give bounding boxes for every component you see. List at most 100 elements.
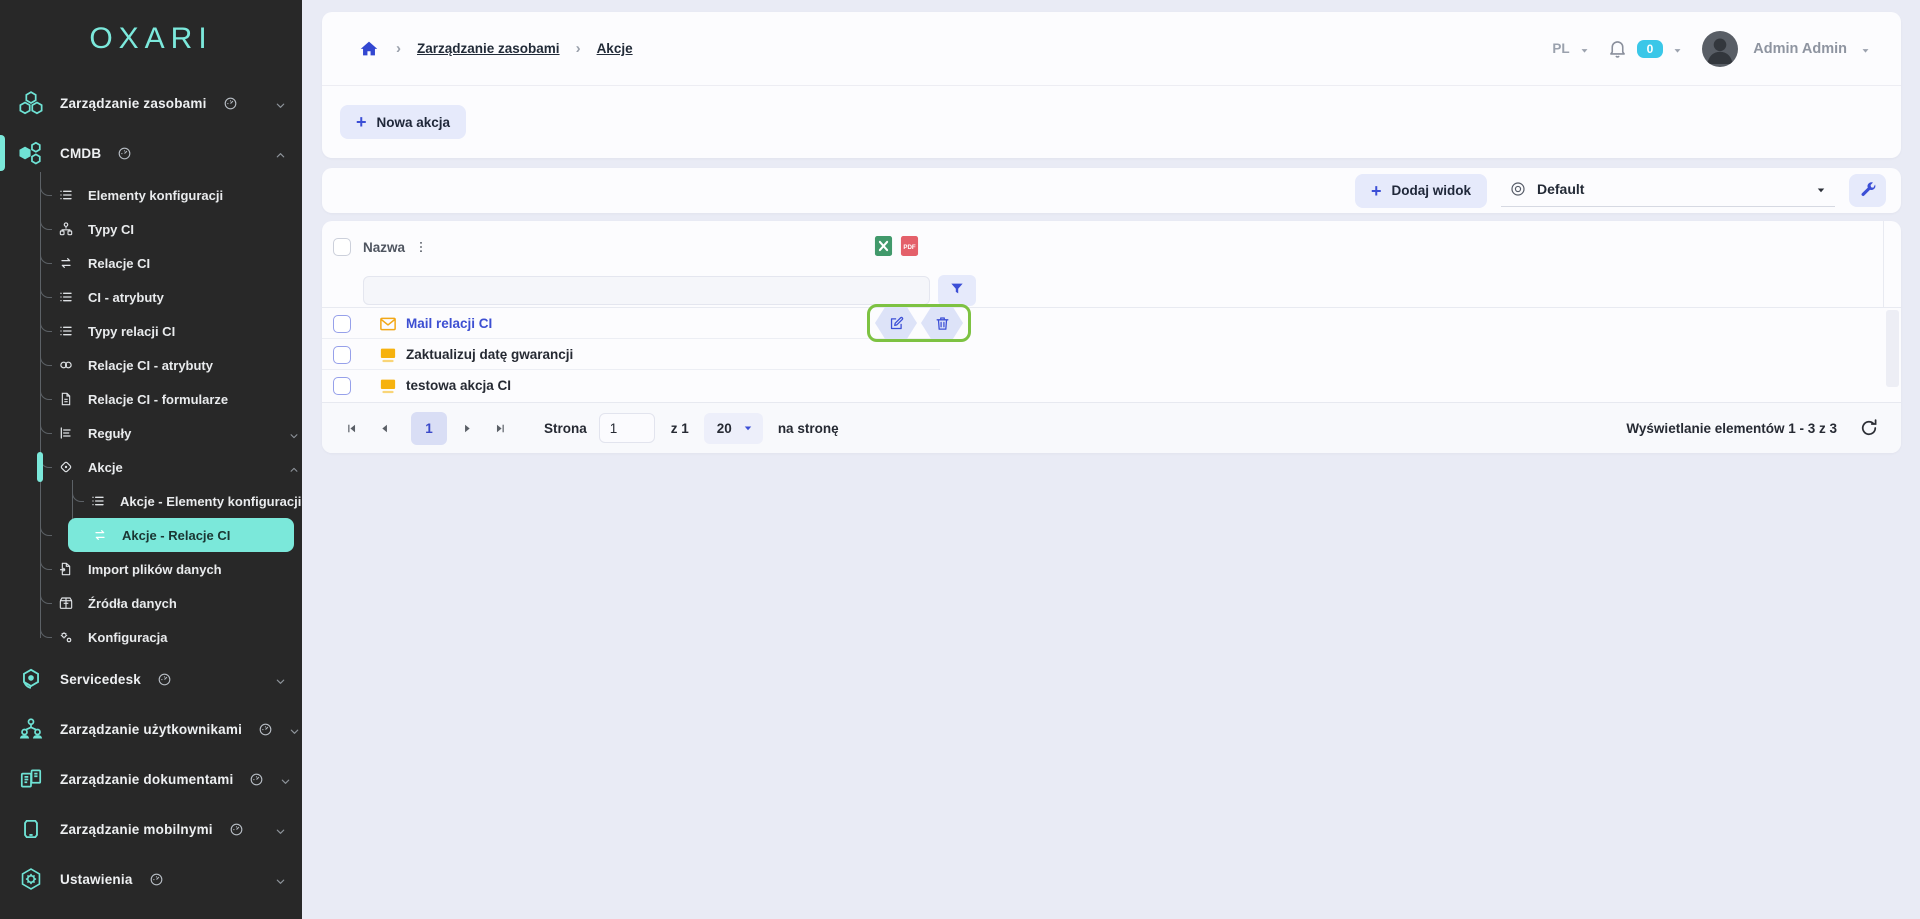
table-row[interactable]: Mail relacji CI	[322, 308, 1901, 339]
mail-icon	[378, 315, 398, 333]
previous-page-icon[interactable]	[371, 415, 397, 441]
source-icon	[58, 595, 74, 611]
gauge-icon	[258, 722, 273, 737]
name-filter-input[interactable]	[363, 276, 930, 305]
sidebar-item-label: Relacje CI - formularze	[88, 392, 228, 407]
sidebar-item-label: Źródła danych	[88, 596, 177, 611]
sidebar-item-ci-atrybuty[interactable]: CI - atrybuty	[0, 280, 302, 314]
grid-pagination: 1 Strona z 1 20 na stronę Wyświetlanie e…	[322, 402, 1901, 453]
sidebar-item-relacje-ci[interactable]: Relacje CI	[0, 246, 302, 280]
row-checkbox[interactable]	[333, 315, 351, 333]
per-page-label: na stronę	[778, 421, 839, 436]
sidebar-item-konfiguracja[interactable]: Konfiguracja	[0, 620, 302, 654]
page-size-select[interactable]: 20	[704, 413, 763, 444]
sidebar-item-label: Ustawienia	[60, 872, 133, 887]
sidebar-item-akcje-relacje-ci-active[interactable]: Akcje - Relacje CI	[68, 518, 294, 552]
sidebar-item-relacje-ci-formularze[interactable]: Relacje CI - formularze	[0, 382, 302, 416]
sidebar-item-akcje[interactable]: Akcje	[0, 450, 302, 484]
user-avatar[interactable]	[1702, 31, 1738, 67]
export-excel-icon[interactable]	[874, 235, 893, 262]
list-icon	[58, 289, 74, 305]
caret-down-icon[interactable]	[1860, 43, 1871, 54]
row-name[interactable]: testowa akcja CI	[406, 378, 511, 393]
target-icon	[58, 459, 74, 475]
table-row[interactable]: testowa akcja CI	[322, 370, 1901, 401]
assets-icon	[18, 90, 44, 116]
export-pdf-icon[interactable]	[900, 235, 919, 262]
sidebar-item-label: Akcje	[88, 460, 123, 475]
row-checkbox[interactable]	[333, 346, 351, 364]
row-name[interactable]: Zaktualizuj datę gwarancji	[406, 347, 573, 362]
app-window: OXARI Zarządzanie zasobami CMDB Elementy…	[0, 0, 1920, 919]
sidebar-item-cmdb[interactable]: CMDB	[0, 128, 302, 178]
grid-settings-button[interactable]	[1849, 174, 1886, 207]
delete-row-button[interactable]	[921, 307, 963, 339]
notification-count-badge[interactable]: 0	[1637, 40, 1664, 58]
table-row[interactable]: Zaktualizuj datę gwarancji	[322, 339, 1901, 370]
sidebar-item-label: Relacje CI - atrybuty	[88, 358, 213, 373]
sidebar-item-zarzadzanie-uzytkownikami[interactable]: Zarządzanie użytkownikami	[0, 704, 302, 754]
page-number-button[interactable]: 1	[411, 412, 447, 445]
sidebar-item-elementy-konfiguracji[interactable]: Elementy konfiguracji	[0, 178, 302, 212]
export-buttons	[874, 235, 919, 262]
breadcrumb: › Zarządzanie zasobami › Akcje	[358, 38, 633, 60]
grid-toolbar: + Dodaj widok Default	[322, 168, 1901, 213]
refresh-icon[interactable]	[1859, 418, 1879, 438]
sidebar-item-typy-ci[interactable]: Typy CI	[0, 212, 302, 246]
sidebar-item-import-plikow-danych[interactable]: Import plików danych	[0, 552, 302, 586]
language-selector[interactable]: PL	[1552, 41, 1569, 56]
page-number-input[interactable]	[599, 413, 655, 443]
sidebar-item-akcje-elementy-konfiguracji[interactable]: Akcje - Elementy konfiguracji	[0, 484, 302, 518]
caret-down-icon[interactable]	[1672, 43, 1683, 54]
sidebar-item-zarzadzanie-zasobami[interactable]: Zarządzanie zasobami	[0, 78, 302, 128]
chevron-up-icon	[275, 148, 286, 159]
add-view-button[interactable]: + Dodaj widok	[1355, 174, 1487, 208]
last-page-icon[interactable]	[487, 415, 513, 441]
breadcrumb-link-zarzadzanie-zasobami[interactable]: Zarządzanie zasobami	[417, 41, 560, 56]
sidebar-item-label: CI - atrybuty	[88, 290, 164, 305]
sidebar-item-label: Zarządzanie mobilnymi	[60, 822, 213, 837]
swap-icon	[92, 527, 108, 543]
sidebar-item-zrodla-danych[interactable]: Źródła danych	[0, 586, 302, 620]
select-all-checkbox[interactable]	[333, 238, 351, 256]
mobile-icon	[18, 816, 44, 842]
view-select-dropdown[interactable]: Default	[1501, 175, 1835, 207]
breadcrumb-link-akcje[interactable]: Akcje	[597, 41, 633, 56]
new-action-button[interactable]: + Nowa akcja	[340, 105, 466, 139]
add-view-label: Dodaj widok	[1391, 183, 1471, 198]
row-name-link[interactable]: Mail relacji CI	[406, 316, 492, 331]
grid-filter-row	[322, 273, 1901, 307]
gauge-icon	[117, 146, 132, 161]
sidebar-item-relacje-ci-atrybuty[interactable]: Relacje CI - atrybuty	[0, 348, 302, 382]
cmdb-submenu: Elementy konfiguracji Typy CI Relacje CI…	[0, 178, 302, 654]
notifications-bell-icon[interactable]	[1607, 38, 1628, 59]
home-icon[interactable]	[358, 38, 380, 60]
row-checkbox[interactable]	[333, 377, 351, 395]
edit-row-button[interactable]	[875, 307, 917, 339]
sidebar-item-label: CMDB	[60, 146, 101, 161]
cmdb-icon	[18, 140, 44, 166]
sidebar-item-label: Konfiguracja	[88, 630, 167, 645]
breadcrumb-separator-icon: ›	[396, 40, 401, 57]
sidebar-item-label: Typy relacji CI	[88, 324, 175, 339]
caret-down-icon	[1815, 183, 1827, 195]
sidebar-item-servicedesk[interactable]: Servicedesk	[0, 654, 302, 704]
sidebar-item-label: Import plików danych	[88, 562, 222, 577]
next-page-icon[interactable]	[454, 415, 480, 441]
page-size-value: 20	[717, 421, 732, 436]
first-page-icon[interactable]	[338, 415, 364, 441]
sidebar-item-zarzadzanie-mobilnymi[interactable]: Zarządzanie mobilnymi	[0, 804, 302, 854]
caret-down-icon	[742, 422, 754, 434]
sidebar-item-typy-relacji-ci[interactable]: Typy relacji CI	[0, 314, 302, 348]
documents-icon	[18, 766, 44, 792]
caret-down-icon[interactable]	[1579, 43, 1590, 54]
sidebar-item-reguly[interactable]: Reguły	[0, 416, 302, 450]
filter-button[interactable]	[938, 275, 976, 306]
sidebar-item-zarzadzanie-dokumentami[interactable]: Zarządzanie dokumentami	[0, 754, 302, 804]
hierarchy-icon	[58, 221, 74, 237]
window-icon	[378, 346, 398, 364]
sidebar-item-ustawienia[interactable]: Ustawienia	[0, 854, 302, 904]
column-menu-icon[interactable]	[414, 239, 428, 255]
sidebar-item-label: Typy CI	[88, 222, 134, 237]
header-card: › Zarządzanie zasobami › Akcje PL 0 Admi…	[322, 12, 1901, 158]
